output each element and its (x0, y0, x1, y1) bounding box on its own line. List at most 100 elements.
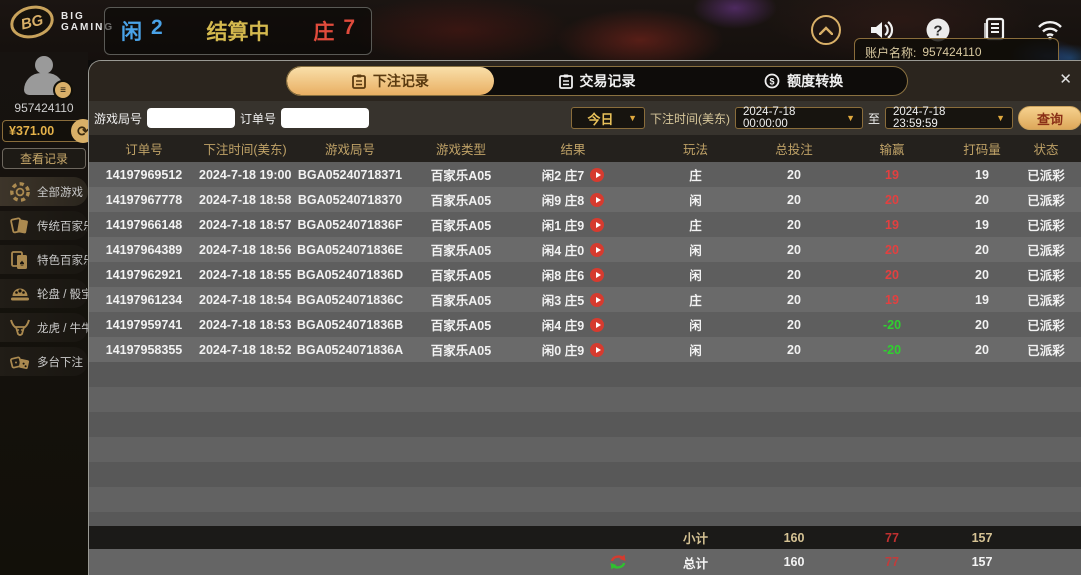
col-result: 结果 (513, 139, 633, 158)
avatar-head (35, 56, 53, 74)
play-icon[interactable] (590, 218, 604, 232)
cell-total-bet: 20 (758, 318, 830, 332)
result-text: 闲1 庄9 (542, 215, 584, 234)
cell-result: 闲0 庄9 (513, 340, 633, 359)
total-win: 77 (830, 555, 954, 569)
table-row: 14197966148 2024-7-18 18:57 BGA052407183… (89, 212, 1081, 237)
sidebar-menu-item[interactable]: ♠ 特色百家乐 (0, 245, 88, 274)
cell-bet-time: 2024-7-18 18:53 (199, 318, 291, 332)
date-from-select[interactable]: 2024-7-18 00:00:00 ▼ (735, 107, 863, 129)
result-text: 闲9 庄8 (542, 190, 584, 209)
date-to-value: 2024-7-18 23:59:59 (893, 106, 990, 130)
cell-play: 闲 (633, 240, 758, 259)
play-icon[interactable] (590, 343, 604, 357)
cell-round-id: BGA05240718370 (291, 193, 409, 207)
play-icon[interactable] (590, 193, 604, 207)
sidebar-menu-item[interactable]: 传统百家乐 (0, 211, 88, 240)
col-game-type: 游戏类型 (409, 139, 513, 158)
cell-status: 已派彩 (1010, 290, 1081, 309)
svg-text:?: ? (933, 23, 942, 40)
avatar-menu-badge-icon[interactable]: ≡ (53, 80, 73, 100)
cell-play: 庄 (633, 215, 758, 234)
account-value: 957424110 (922, 45, 981, 59)
order-id-input[interactable] (281, 108, 369, 128)
avatar[interactable]: ≡ (21, 56, 67, 98)
cell-status: 已派彩 (1010, 215, 1081, 234)
cell-total-bet: 20 (758, 243, 830, 257)
cell-order-id: 14197969512 (89, 168, 199, 182)
collapse-chevron-up-icon[interactable] (811, 15, 841, 45)
cell-order-id: 14197962921 (89, 268, 199, 282)
chevron-down-icon: ▼ (846, 113, 855, 123)
play-icon[interactable] (590, 318, 604, 332)
cell-round-id: BGA0524071836F (291, 218, 409, 232)
cell-round-id: BGA0524071836D (291, 268, 409, 282)
date-to-select[interactable]: 2024-7-18 23:59:59 ▼ (885, 107, 1013, 129)
tabs-pill: 下注记录 交易记录 $ 额度转换 (286, 66, 908, 96)
result-text: 闲8 庄6 (542, 265, 584, 284)
play-icon[interactable] (590, 293, 604, 307)
cell-turnover: 19 (954, 218, 1010, 232)
cell-bet-time: 2024-7-18 18:55 (199, 268, 291, 282)
cell-order-id: 14197958355 (89, 343, 199, 357)
subtotal-win: 77 (830, 531, 954, 545)
close-icon[interactable]: ✕ (1059, 72, 1072, 87)
menu-item-label: 多台下注 (37, 354, 83, 370)
table-row: 14197969512 2024-7-18 19:00 BGA052407183… (89, 162, 1081, 187)
table-body: 14197969512 2024-7-18 19:00 BGA052407183… (89, 162, 1081, 526)
sidebar-menu-item[interactable]: 龙虎 / 牛牛 (0, 313, 88, 342)
table-row: 14197961234 2024-7-18 18:54 BGA052407183… (89, 287, 1081, 312)
menu-item-label: 龙虎 / 牛牛 (37, 320, 88, 336)
cell-turnover: 19 (954, 293, 1010, 307)
cell-play: 闲 (633, 315, 758, 334)
date-range-select[interactable]: 今日 ▼ (571, 107, 645, 129)
swap-arrows-icon[interactable] (513, 554, 633, 570)
cell-round-id: BGA0524071836C (291, 293, 409, 307)
table-row: 14197959741 2024-7-18 18:53 BGA052407183… (89, 312, 1081, 337)
cell-turnover: 20 (954, 268, 1010, 282)
tab-bet-records[interactable]: 下注记录 (287, 67, 494, 95)
play-icon[interactable] (590, 243, 604, 257)
bet-records-modal: 下注记录 交易记录 $ 额度转换 ✕ 游戏局号 订单号 今日 ▼ (88, 60, 1081, 575)
svg-text:♠: ♠ (20, 257, 25, 267)
search-button[interactable]: 查询 (1018, 106, 1081, 130)
table-header: 订单号 下注时间(美东) 游戏局号 游戏类型 结果 玩法 总投注 输赢 打码量 … (89, 135, 1081, 162)
top-bar: BG BIG GAMING 闲 2 结算中 庄 7 账户名称: 95742411… (0, 0, 1081, 60)
cell-bet-time: 2024-7-18 18:56 (199, 243, 291, 257)
cell-turnover: 20 (954, 343, 1010, 357)
tab-credit-transfer[interactable]: $ 额度转换 (700, 67, 907, 95)
subtotal-bet: 160 (758, 531, 830, 545)
banker-score: 庄 7 (313, 16, 355, 46)
col-round-id: 游戏局号 (291, 139, 409, 158)
total-turnover: 157 (954, 555, 1010, 569)
table-scoreboard: 闲 2 结算中 庄 7 (104, 7, 372, 55)
round-id-input[interactable] (147, 108, 235, 128)
cell-total-bet: 20 (758, 343, 830, 357)
subtotal-turnover: 157 (954, 531, 1010, 545)
sidebar-menu-item[interactable]: 全部游戏 (0, 177, 88, 206)
sidebar: ≡ 957424110 ¥371.00 ⟳ 查看记录 全部游戏 传统百家乐 (0, 52, 88, 575)
play-icon[interactable] (590, 268, 604, 282)
cell-result: 闲4 庄0 (513, 240, 633, 259)
view-records-button[interactable]: 查看记录 (2, 148, 86, 169)
sidebar-menu-item[interactable]: 轮盘 / 骰宝 (0, 279, 88, 308)
cell-result: 闲9 庄8 (513, 190, 633, 209)
tab-transaction-records[interactable]: 交易记录 (494, 67, 701, 95)
cell-game-type: 百家乐A05 (409, 190, 513, 209)
cell-total-bet: 20 (758, 193, 830, 207)
cell-turnover: 20 (954, 193, 1010, 207)
cell-order-id: 14197967778 (89, 193, 199, 207)
cell-result: 闲8 庄6 (513, 265, 633, 284)
col-order-id: 订单号 (89, 139, 199, 158)
cell-order-id: 14197961234 (89, 293, 199, 307)
cell-order-id: 14197964389 (89, 243, 199, 257)
sidebar-menu-item[interactable]: 多台下注 (0, 347, 88, 376)
table-row: 14197962921 2024-7-18 18:55 BGA052407183… (89, 262, 1081, 287)
modal-tabs-row: 下注记录 交易记录 $ 额度转换 ✕ (89, 61, 1081, 101)
subtotal-label: 小计 (633, 528, 758, 547)
play-icon[interactable] (590, 168, 604, 182)
cell-win-loss: 20 (830, 268, 954, 282)
sidebar-menu: 全部游戏 传统百家乐 ♠ 特色百家乐 轮盘 / 骰宝 (0, 177, 88, 376)
total-bet: 160 (758, 555, 830, 569)
cell-round-id: BGA05240718371 (291, 168, 409, 182)
